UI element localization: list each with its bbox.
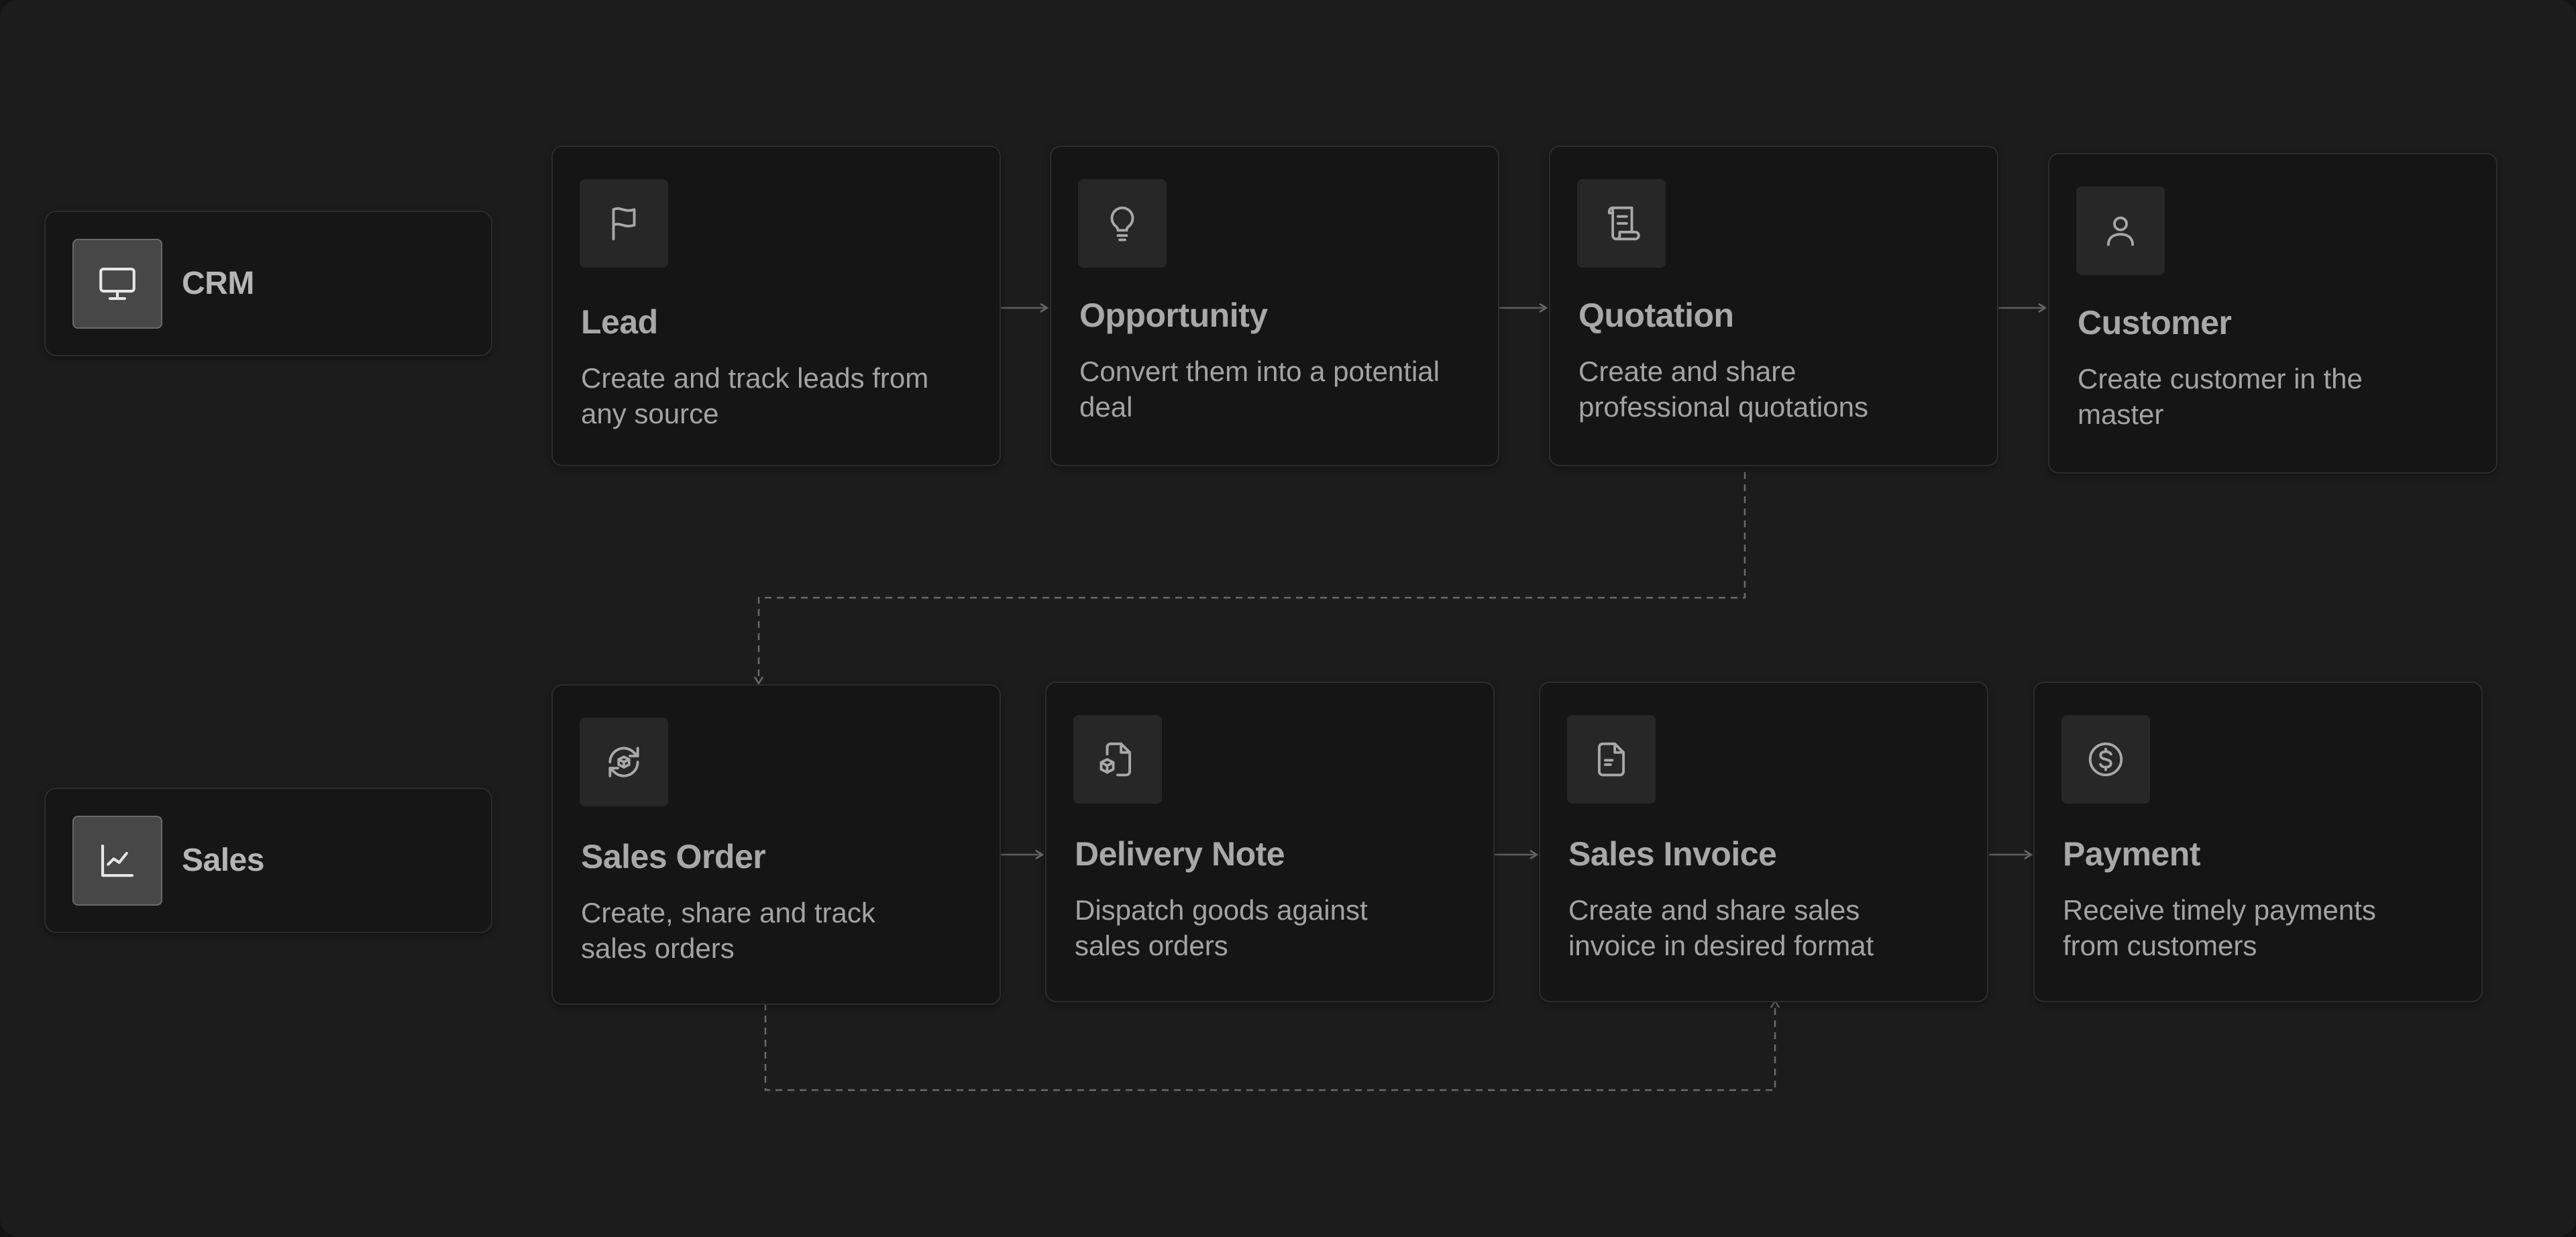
dollar-circle-icon: [2061, 715, 2150, 804]
card-opportunity[interactable]: Opportunity Convert them into a potentia…: [1050, 146, 1499, 466]
card-payment[interactable]: Payment Receive timely payments from cus…: [2033, 682, 2483, 1002]
card-description: Convert them into a potential deal: [1079, 356, 1440, 423]
scroll-icon: [1577, 179, 1666, 268]
card-title: Payment: [2063, 835, 2200, 873]
module-label: CRM: [182, 266, 254, 301]
card-sales-order[interactable]: Sales Order Create, share and track sale…: [551, 684, 1001, 1005]
card-description: Create customer in the master: [2078, 363, 2363, 430]
card-sales-invoice[interactable]: Sales Invoice Create and share sales inv…: [1539, 682, 1988, 1002]
card-title: Quotation: [1578, 297, 1734, 334]
diagram-canvas: CRM Sales Lead Create and track leads fr…: [0, 0, 2576, 1237]
card-description: Receive timely payments from customers: [2063, 894, 2376, 961]
card-description: Create and share sales invoice in desire…: [1568, 894, 1874, 961]
monitor-icon: [72, 239, 162, 329]
line-chart-icon: [72, 816, 162, 906]
lightbulb-icon: [1078, 179, 1167, 268]
card-customer[interactable]: Customer Create customer in the master: [2048, 153, 2498, 474]
card-title: Delivery Note: [1075, 835, 1285, 873]
refresh-box-icon: [580, 718, 668, 806]
card-title: Opportunity: [1079, 297, 1268, 334]
card-title: Lead: [581, 303, 658, 341]
module-label: Sales: [182, 843, 264, 878]
file-text-icon: [1567, 715, 1656, 804]
module-crm[interactable]: CRM: [44, 211, 492, 356]
flag-icon: [580, 179, 668, 268]
user-icon: [2076, 186, 2165, 275]
card-description: Dispatch goods against sales orders: [1075, 894, 1368, 961]
card-description: Create, share and track sales orders: [581, 897, 875, 964]
card-title: Customer: [2078, 304, 2232, 341]
dashed-quotation-to-salesorder: [759, 472, 1746, 684]
card-description: Create and share professional quotations: [1578, 356, 1868, 423]
card-title: Sales Order: [581, 838, 766, 875]
card-title: Sales Invoice: [1568, 835, 1777, 873]
card-lead[interactable]: Lead Create and track leads from any sou…: [551, 146, 1001, 466]
card-delivery-note[interactable]: Delivery Note Dispatch goods against sal…: [1045, 682, 1495, 1002]
module-sales[interactable]: Sales: [44, 788, 492, 933]
file-box-icon: [1073, 715, 1162, 804]
card-description: Create and track leads from any source: [581, 362, 929, 429]
dashed-salesorder-to-salesinvoice: [764, 1001, 1775, 1091]
card-quotation[interactable]: Quotation Create and share professional …: [1549, 146, 1998, 466]
